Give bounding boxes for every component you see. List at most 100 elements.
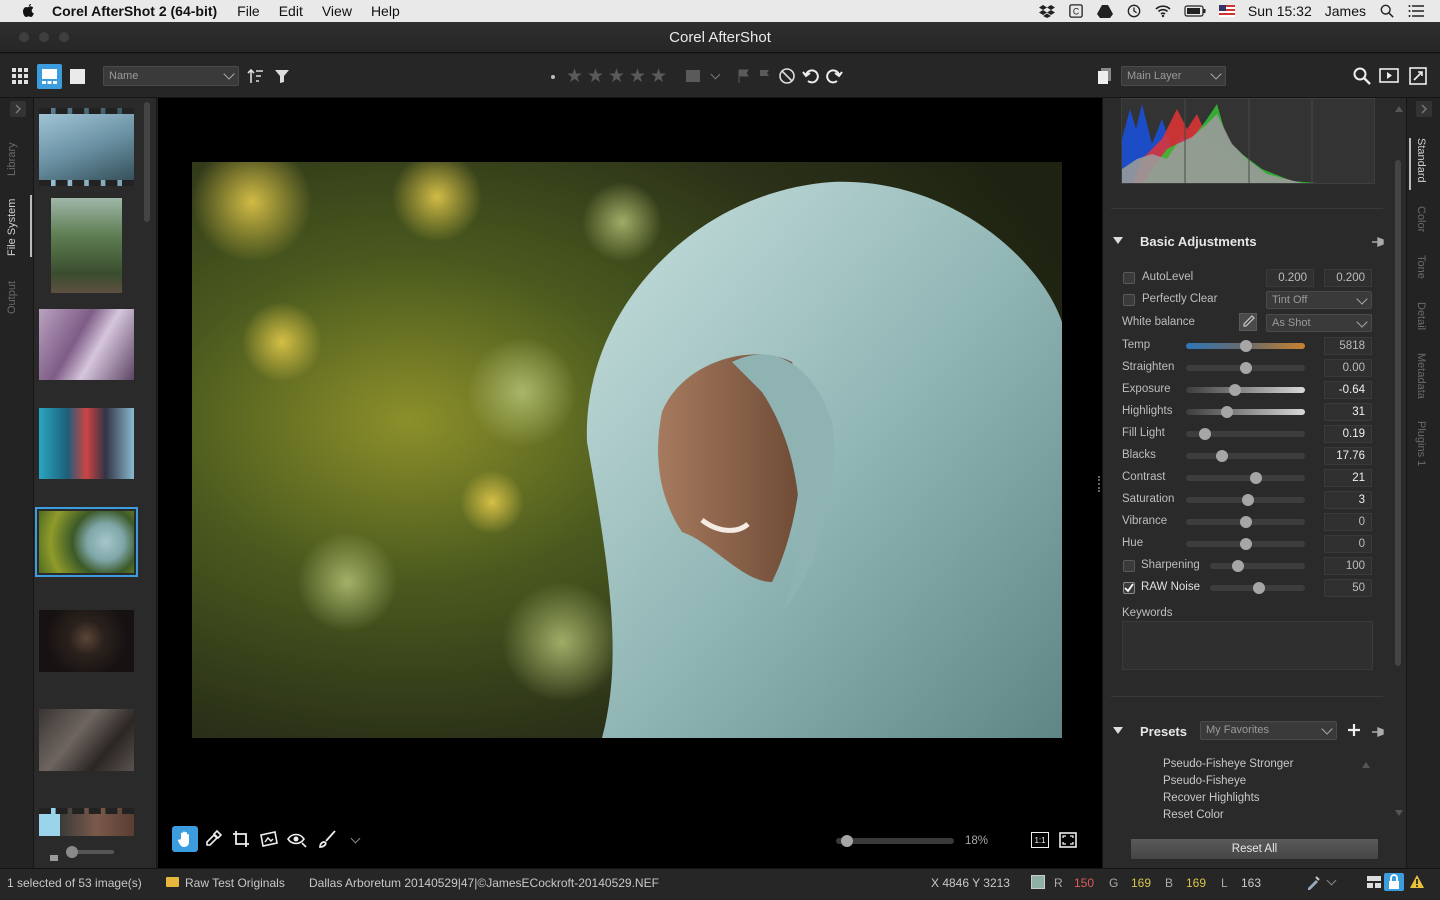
tab-color[interactable]: Color	[1415, 206, 1427, 232]
sort-select[interactable]: Name	[103, 66, 239, 86]
adjustment-slider[interactable]	[1186, 384, 1305, 396]
thumbnail-selected[interactable]	[35, 507, 138, 577]
tab-metadata[interactable]: Metadata	[1415, 353, 1427, 399]
slider-value-input[interactable]: 5818	[1324, 337, 1372, 355]
raw-noise-value[interactable]: 50	[1324, 579, 1372, 597]
hand-tool-icon[interactable]	[172, 826, 198, 852]
lock-icon[interactable]	[1384, 873, 1404, 891]
color-picker-icon[interactable]	[1306, 874, 1322, 893]
slider-value-input[interactable]: 17.76	[1324, 447, 1372, 465]
thumbnail[interactable]	[39, 408, 134, 479]
thumbnail[interactable]	[39, 309, 134, 380]
chevron-down-icon[interactable]	[350, 833, 361, 844]
slider-value-input[interactable]: 0	[1324, 535, 1372, 553]
menubar-user[interactable]: James	[1325, 3, 1366, 19]
rating-star-1-icon[interactable]: ★	[566, 65, 583, 88]
thumbnail-size-knob[interactable]	[66, 846, 78, 858]
slider-value-input[interactable]: -0.64	[1324, 381, 1372, 399]
adjustment-slider-knob[interactable]	[1240, 538, 1252, 550]
expand-right-panel-button[interactable]	[1416, 101, 1432, 117]
red-eye-tool-icon[interactable]	[284, 826, 310, 852]
slider-value-input[interactable]: 31	[1324, 403, 1372, 421]
adjustment-slider-knob[interactable]	[1240, 340, 1252, 352]
warning-icon[interactable]	[1409, 874, 1425, 892]
fullscreen-icon[interactable]	[1407, 65, 1429, 87]
menu-edit[interactable]: Edit	[279, 3, 303, 19]
fit-to-window-icon[interactable]	[1059, 832, 1077, 848]
preset-item[interactable]: Pseudo-Fisheye	[1163, 775, 1246, 787]
collapse-triangle-icon[interactable]	[1113, 237, 1123, 244]
sharpening-value[interactable]: 100	[1324, 557, 1372, 575]
adjustment-slider[interactable]	[1186, 428, 1305, 440]
image-canvas[interactable]: 18% 1:1	[158, 98, 1102, 868]
flag-reject-icon[interactable]	[754, 65, 776, 87]
menubar-clock[interactable]: Sun 15:32	[1248, 3, 1312, 19]
white-balance-eyedropper-icon[interactable]	[1239, 313, 1257, 331]
layout-icon[interactable]	[1366, 875, 1382, 892]
raw-noise-checkbox[interactable]	[1123, 582, 1135, 594]
tab-plugins[interactable]: Plugins 1	[1415, 421, 1427, 466]
us-flag-icon[interactable]	[1218, 4, 1235, 18]
c-app-icon[interactable]: C	[1068, 4, 1084, 18]
scroll-up-icon[interactable]	[1395, 106, 1403, 112]
autolevel-high-input[interactable]: 0.200	[1324, 269, 1372, 287]
tab-tone[interactable]: Tone	[1415, 255, 1427, 279]
drive-icon[interactable]	[1096, 4, 1113, 18]
crop-tool-icon[interactable]	[228, 826, 254, 852]
spotlight-search-icon[interactable]	[1379, 4, 1395, 18]
thumbnail[interactable]	[39, 108, 134, 186]
thumbnail-size-slider[interactable]	[66, 846, 114, 858]
zoom-slider-knob[interactable]	[841, 835, 853, 847]
rotate-right-icon[interactable]	[823, 65, 845, 87]
rotate-left-icon[interactable]	[800, 65, 822, 87]
adjustment-slider-knob[interactable]	[1240, 362, 1252, 374]
flag-pick-icon[interactable]	[733, 65, 755, 87]
menu-help[interactable]: Help	[371, 3, 400, 19]
slider-value-input[interactable]: 0.19	[1324, 425, 1372, 443]
thumbnail-scrollbar[interactable]	[144, 102, 150, 222]
time-machine-icon[interactable]	[1126, 4, 1142, 18]
wifi-icon[interactable]	[1155, 4, 1171, 18]
rating-star-4-icon[interactable]: ★	[629, 65, 646, 88]
perfectly-clear-select[interactable]: Tint Off	[1266, 291, 1372, 309]
chevron-down-icon[interactable]	[710, 69, 721, 80]
thumbnail[interactable]	[39, 709, 134, 771]
sharpening-checkbox[interactable]	[1123, 560, 1135, 572]
adjustment-slider-knob[interactable]	[1240, 516, 1252, 528]
raw-noise-slider[interactable]	[1210, 582, 1305, 594]
presets-title[interactable]: Presets	[1140, 724, 1187, 739]
adjustment-slider-knob[interactable]	[1229, 384, 1241, 396]
adjustment-slider[interactable]	[1186, 406, 1305, 418]
collapse-triangle-icon[interactable]	[1113, 727, 1123, 734]
thumbnail[interactable]	[51, 198, 122, 293]
slider-value-input[interactable]: 21	[1324, 469, 1372, 487]
straighten-tool-icon[interactable]	[256, 826, 282, 852]
preset-item[interactable]: Pseudo-Fisheye Stronger	[1163, 758, 1293, 770]
slider-value-input[interactable]: 0.00	[1324, 359, 1372, 377]
layer-select[interactable]: Main Layer	[1121, 66, 1226, 86]
chevron-down-icon[interactable]	[1326, 875, 1337, 886]
tab-detail[interactable]: Detail	[1415, 302, 1427, 330]
adjustment-slider[interactable]	[1186, 472, 1305, 484]
notification-center-icon[interactable]	[1408, 4, 1424, 18]
no-rating-dot[interactable]	[551, 75, 555, 79]
pin-icon[interactable]	[1371, 725, 1385, 738]
panel-resize-handle[interactable]	[1098, 476, 1100, 492]
menu-view[interactable]: View	[322, 3, 352, 19]
battery-icon[interactable]	[1184, 4, 1206, 18]
single-view-icon[interactable]	[66, 65, 88, 87]
clear-flag-icon[interactable]	[776, 65, 798, 87]
adjustment-slider[interactable]	[1186, 362, 1305, 374]
adjustment-slider[interactable]	[1186, 450, 1305, 462]
scroll-down-icon[interactable]	[1395, 810, 1403, 816]
slider-value-input[interactable]: 3	[1324, 491, 1372, 509]
folder-name[interactable]: Raw Test Originals	[185, 876, 285, 890]
rating-star-2-icon[interactable]: ★	[587, 65, 604, 88]
color-label-icon[interactable]	[686, 70, 700, 82]
sharpening-slider-knob[interactable]	[1232, 560, 1244, 572]
adjustment-slider[interactable]	[1186, 516, 1305, 528]
tab-standard[interactable]: Standard	[1415, 138, 1427, 183]
adjustment-slider-knob[interactable]	[1221, 406, 1233, 418]
main-photo[interactable]	[192, 162, 1062, 738]
rating-star-5-icon[interactable]: ★	[650, 65, 667, 88]
